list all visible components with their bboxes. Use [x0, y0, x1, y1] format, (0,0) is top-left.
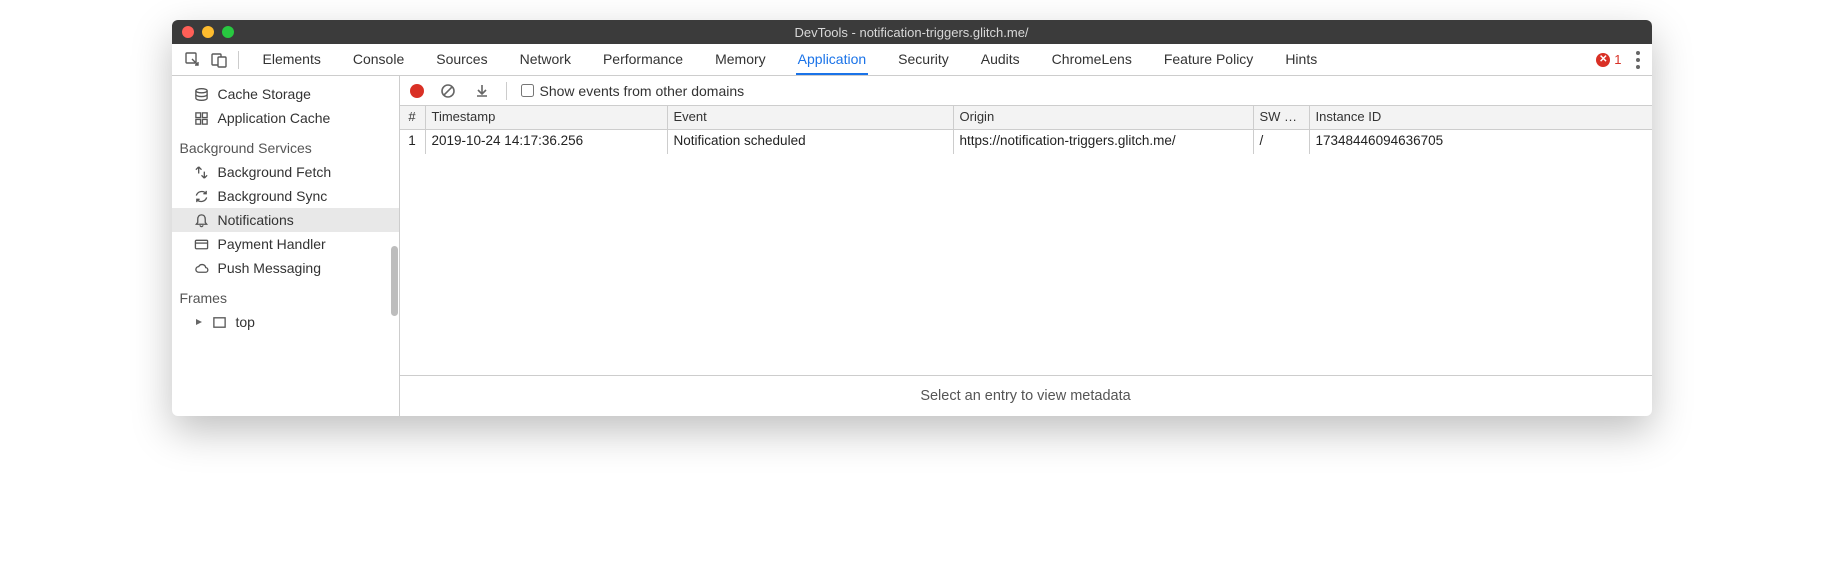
- sidebar-item-label: Cache Storage: [218, 86, 311, 102]
- bell-icon: [194, 212, 210, 228]
- sidebar-item-top[interactable]: top: [172, 310, 399, 334]
- maximize-window-button[interactable]: [222, 26, 234, 38]
- sidebar-item-push-messaging[interactable]: Push Messaging: [172, 256, 399, 280]
- panel-tabs: Elements Console Sources Network Performance…: [261, 45, 1320, 75]
- events-table-header: # Timestamp Event Origin SW … Instance I…: [400, 106, 1652, 130]
- tab-sources[interactable]: Sources: [434, 45, 489, 75]
- cell-num: 1: [400, 130, 426, 154]
- sidebar-group-background-services: Background Services: [172, 130, 399, 160]
- sidebar-group-frames: Frames: [172, 280, 399, 310]
- sidebar-item-label: Background Sync: [218, 188, 328, 204]
- inspect-element-icon[interactable]: [180, 47, 206, 73]
- show-other-domains-checkbox[interactable]: Show events from other domains: [521, 83, 745, 99]
- sidebar-item-payment-handler[interactable]: Payment Handler: [172, 232, 399, 256]
- show-other-domains-input[interactable]: [521, 84, 534, 97]
- cloud-icon: [194, 260, 210, 276]
- error-badge[interactable]: ✕ 1: [1596, 52, 1621, 67]
- tab-console[interactable]: Console: [351, 45, 406, 75]
- show-other-domains-label: Show events from other domains: [540, 83, 745, 99]
- sidebar-item-label: Notifications: [218, 212, 294, 228]
- sidebar-item-background-fetch[interactable]: Background Fetch: [172, 160, 399, 184]
- col-origin[interactable]: Origin: [954, 106, 1254, 129]
- sidebar-item-application-cache[interactable]: Application Cache: [172, 106, 399, 130]
- devtools-window: DevTools - notification-triggers.glitch.…: [172, 20, 1652, 416]
- cell-origin: https://notification-triggers.glitch.me/: [954, 130, 1254, 154]
- sidebar-item-label: top: [236, 314, 255, 330]
- sidebar-item-cache-storage[interactable]: Cache Storage: [172, 82, 399, 106]
- titlebar: DevTools - notification-triggers.glitch.…: [172, 20, 1652, 44]
- metadata-placeholder: Select an entry to view metadata: [400, 375, 1652, 416]
- clear-button[interactable]: [438, 81, 458, 101]
- tab-security[interactable]: Security: [896, 45, 951, 75]
- fetch-icon: [194, 164, 210, 180]
- sidebar-item-background-sync[interactable]: Background Sync: [172, 184, 399, 208]
- db-icon: [194, 86, 210, 102]
- tab-hints[interactable]: Hints: [1283, 45, 1319, 75]
- table-row[interactable]: 12019-10-24 14:17:36.256Notification sch…: [400, 130, 1652, 154]
- window-title: DevTools - notification-triggers.glitch.…: [794, 25, 1028, 40]
- tab-audits[interactable]: Audits: [979, 45, 1022, 75]
- divider: [506, 82, 507, 100]
- divider: [238, 51, 239, 69]
- main-panel: Show events from other domains # Timesta…: [400, 76, 1652, 416]
- sidebar-item-label: Application Cache: [218, 110, 331, 126]
- cell-event: Notification scheduled: [668, 130, 954, 154]
- col-timestamp[interactable]: Timestamp: [426, 106, 668, 129]
- device-toggle-icon[interactable]: [206, 47, 232, 73]
- sidebar-item-label: Payment Handler: [218, 236, 326, 252]
- tab-network[interactable]: Network: [518, 45, 573, 75]
- tab-memory[interactable]: Memory: [713, 45, 768, 75]
- traffic-lights: [182, 26, 234, 38]
- events-toolbar: Show events from other domains: [400, 76, 1652, 106]
- grid-icon: [194, 110, 210, 126]
- sidebar-item-notifications[interactable]: Notifications: [172, 208, 399, 232]
- application-sidebar: Cache Storage Application Cache Backgroun…: [172, 76, 400, 416]
- record-button[interactable]: [410, 84, 424, 98]
- cell-timestamp: 2019-10-24 14:17:36.256: [426, 130, 668, 154]
- sidebar-scrollbar-thumb[interactable]: [391, 246, 398, 316]
- col-sw[interactable]: SW …: [1254, 106, 1310, 129]
- cell-sw: /: [1254, 130, 1310, 154]
- card-icon: [194, 236, 210, 252]
- sync-icon: [194, 188, 210, 204]
- close-window-button[interactable]: [182, 26, 194, 38]
- download-button[interactable]: [472, 81, 492, 101]
- tab-application[interactable]: Application: [796, 45, 869, 75]
- minimize-window-button[interactable]: [202, 26, 214, 38]
- sidebar-item-label: Background Fetch: [218, 164, 332, 180]
- col-instance[interactable]: Instance ID: [1310, 106, 1652, 129]
- error-count: 1: [1614, 52, 1621, 67]
- sidebar-item-label: Push Messaging: [218, 260, 322, 276]
- col-num[interactable]: #: [400, 106, 426, 129]
- col-event[interactable]: Event: [668, 106, 954, 129]
- tab-performance[interactable]: Performance: [601, 45, 685, 75]
- error-icon: ✕: [1596, 53, 1610, 67]
- main-tabbar: Elements Console Sources Network Performance…: [172, 44, 1652, 76]
- tab-elements[interactable]: Elements: [261, 45, 323, 75]
- more-menu-button[interactable]: [1632, 47, 1644, 73]
- cell-instance: 17348446094636705: [1310, 130, 1652, 154]
- events-table-body: 12019-10-24 14:17:36.256Notification sch…: [400, 130, 1652, 375]
- tab-chromelens[interactable]: ChromeLens: [1050, 45, 1134, 75]
- expand-triangle-icon[interactable]: [194, 314, 204, 330]
- tab-feature-policy[interactable]: Feature Policy: [1162, 45, 1255, 75]
- panel-body: Cache Storage Application Cache Backgroun…: [172, 76, 1652, 416]
- frame-icon: [212, 314, 228, 330]
